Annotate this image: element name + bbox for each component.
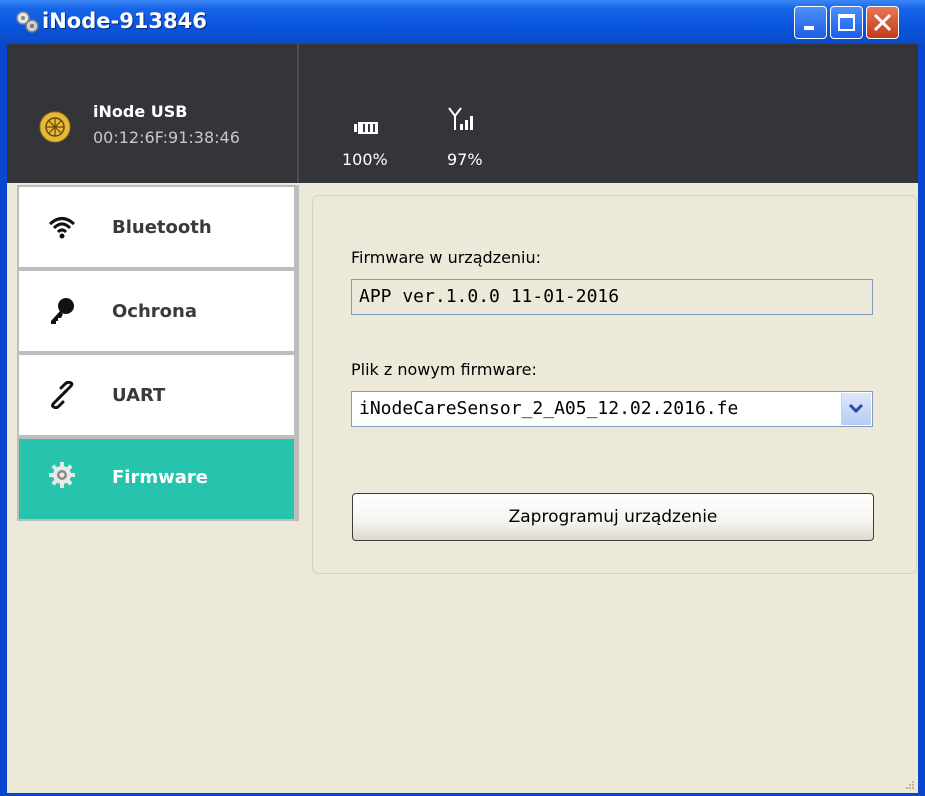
sidebar-item-uart[interactable]: UART xyxy=(19,355,294,435)
device-name: iNode USB xyxy=(93,102,188,121)
device-mac: 00:12:6F:91:38:46 xyxy=(93,128,240,147)
chevron-down-icon xyxy=(848,403,864,414)
title-bar[interactable]: iNode-913846 xyxy=(0,0,925,44)
firmware-file-value: iNodeCareSensor_2_A05_12.02.2016.fe xyxy=(359,398,739,419)
sidebar-item-label: Ochrona xyxy=(112,301,197,322)
device-header: iNode USB 00:12:6F:91:38:46 100% 97% xyxy=(7,44,918,183)
sidebar-item-label: UART xyxy=(112,385,166,406)
maximize-icon xyxy=(838,14,855,31)
program-device-button[interactable]: Zaprogramuj urządzenie xyxy=(352,493,874,541)
minimize-icon xyxy=(804,26,814,30)
sidebar-item-ochrona[interactable]: Ochrona xyxy=(19,271,294,351)
resize-grip-icon[interactable] xyxy=(905,780,915,790)
firmware-panel: Firmware w urządzeniu: APP ver.1.0.0 11-… xyxy=(312,195,917,574)
gear-icon xyxy=(49,462,75,488)
new-firmware-label: Plik z nowym firmware: xyxy=(351,360,537,379)
firmware-file-select[interactable]: iNodeCareSensor_2_A05_12.02.2016.fe xyxy=(351,391,873,427)
battery-value: 100% xyxy=(342,150,388,169)
sidebar: Bluetooth Ochrona UART Firmware xyxy=(17,185,299,521)
current-firmware-label: Firmware w urządzeniu: xyxy=(351,248,542,267)
app-window: iNode-913846 iNode USB 00:12:6F:91:38:46 xyxy=(0,0,925,796)
signal-icon xyxy=(448,107,473,130)
sidebar-item-bluetooth[interactable]: Bluetooth xyxy=(19,187,294,267)
sidebar-item-label: Bluetooth xyxy=(112,217,212,238)
client-area: iNode USB 00:12:6F:91:38:46 100% 97% Blu… xyxy=(7,44,918,793)
maximize-button[interactable] xyxy=(830,6,863,39)
window-title: iNode-913846 xyxy=(42,9,207,33)
link-icon xyxy=(51,381,74,409)
close-icon xyxy=(873,13,892,32)
close-button[interactable] xyxy=(866,6,899,39)
wifi-icon xyxy=(48,217,76,239)
minimize-button[interactable] xyxy=(794,6,827,39)
battery-icon xyxy=(354,122,378,134)
sidebar-item-firmware[interactable]: Firmware xyxy=(19,439,294,519)
current-firmware-field: APP ver.1.0.0 11-01-2016 xyxy=(351,279,873,315)
dropdown-button[interactable] xyxy=(841,393,871,425)
sidebar-item-label: Firmware xyxy=(112,467,208,488)
signal-value: 97% xyxy=(447,150,483,169)
inode-logo-icon xyxy=(39,111,71,143)
gears-icon xyxy=(16,11,39,33)
header-divider xyxy=(297,44,299,183)
key-icon xyxy=(51,298,74,324)
